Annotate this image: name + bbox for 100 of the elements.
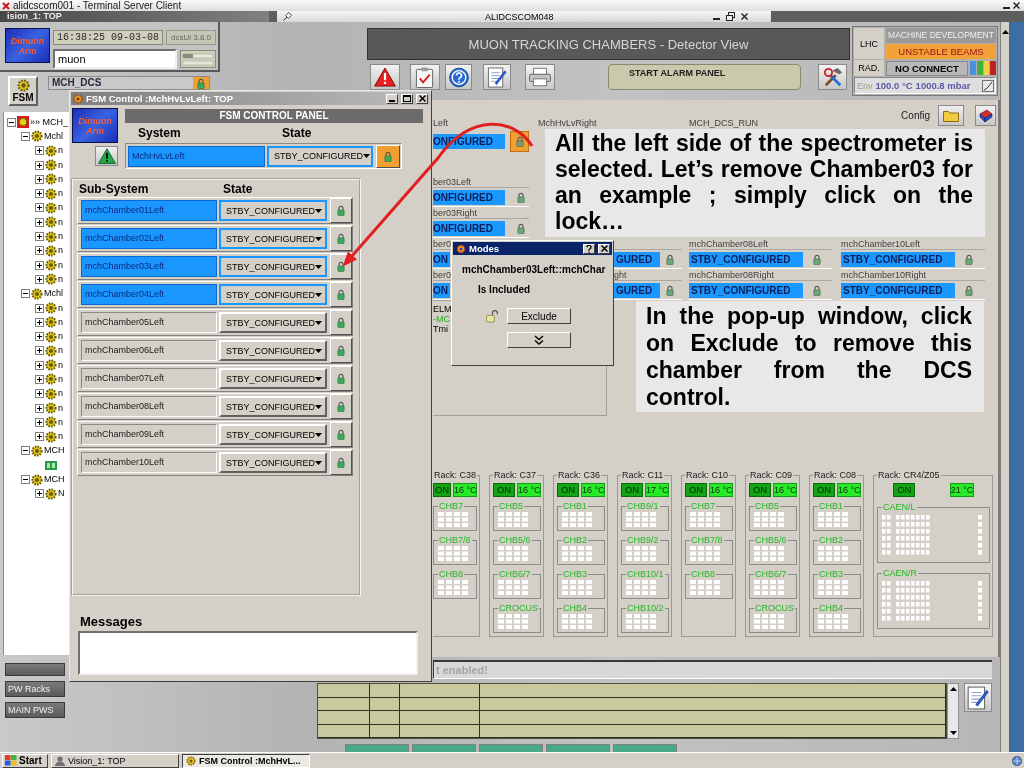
plus-box-icon[interactable] [35,232,44,241]
state-dropdown[interactable]: STBY_CONFIGURED [219,228,327,249]
padlock-icon[interactable] [813,284,821,296]
padlock-icon[interactable] [666,284,674,296]
state-dropdown[interactable]: STBY_CONFIGURED [267,145,373,167]
tree-item[interactable]: n [58,388,63,400]
subsystem-field[interactable]: mchChamber05Left [81,312,217,333]
padlock-icon[interactable] [517,191,525,203]
tree-item[interactable]: n [58,245,63,257]
tree-item[interactable]: n [58,173,63,185]
subsystem-field[interactable]: mchChamber04Left [81,284,217,305]
alarm-panel-button[interactable]: START ALARM PANEL [608,64,801,90]
state-dropdown[interactable]: STBY_CONFIGURED [219,368,327,389]
tree-item[interactable]: n [58,145,63,157]
restore-icon[interactable] [726,12,735,21]
up-arrow-icon[interactable] [949,687,957,691]
state-dropdown[interactable]: STBY_CONFIGURED [219,284,327,305]
alarm-button[interactable] [370,64,400,90]
session-tab[interactable]: ision_1: TOP [0,11,269,22]
exclude-button[interactable]: Exclude [507,308,571,324]
subsystem-field[interactable]: mchChamber01Left [81,200,217,221]
plus-box-icon[interactable] [35,317,44,327]
tree-item[interactable]: Mchl [44,130,63,142]
tree-item[interactable]: n [58,359,63,371]
tree-item[interactable]: n [58,316,63,328]
padlock-icon[interactable] [666,253,674,265]
minus-box-icon[interactable] [7,117,16,127]
subsystem-field[interactable]: mchChamber10Left [81,452,217,473]
state-dropdown[interactable]: STBY_CONFIGURED [219,340,327,361]
expand-button[interactable] [507,332,571,348]
plus-box-icon[interactable] [35,189,44,199]
plus-box-icon[interactable] [35,146,44,156]
nav-button[interactable]: PW Racks [5,681,65,697]
plus-box-icon[interactable] [35,360,44,370]
close-icon[interactable] [1013,2,1020,9]
plus-box-icon[interactable] [35,346,44,356]
task-button[interactable]: Vision_1: TOP [51,753,179,768]
tree-item[interactable]: N [58,488,65,500]
tree-item[interactable]: Mchl [44,288,63,300]
padlock-icon[interactable] [517,222,525,234]
subsystem-field[interactable]: mchChamber07Left [81,368,217,389]
state-dropdown[interactable]: STBY_CONFIGURED [219,424,327,445]
user-field[interactable]: muon [53,49,177,69]
minimize-button[interactable] [386,93,398,104]
tree-item[interactable]: n [58,374,63,385]
tree-item[interactable]: n [58,159,63,171]
book-button[interactable] [975,105,996,126]
close-button[interactable] [416,93,428,104]
notes-button[interactable] [964,683,992,712]
tree-item[interactable]: n [58,302,63,314]
tree-item[interactable]: n [58,431,63,443]
plus-box-icon[interactable] [35,389,44,399]
subsystem-field[interactable]: mchChamber02Left [81,228,217,249]
scrollbar[interactable] [1000,22,1009,752]
subsystem-field[interactable]: mchChamber09Left [81,424,217,445]
state-dropdown[interactable]: STBY_CONFIGURED [219,452,327,473]
up-arrow-icon[interactable] [1001,30,1009,34]
tree-item[interactable]: MCH [44,445,65,457]
minus-box-icon[interactable] [21,475,30,485]
tree-item[interactable]: n [58,402,63,414]
globe-icon[interactable] [1012,755,1022,766]
tools-button[interactable] [818,64,847,90]
tree-item[interactable]: n [58,273,63,285]
minus-box-icon[interactable] [21,446,30,456]
task-button[interactable]: FSM Control :MchHvL... [182,753,310,768]
notes-button[interactable] [483,64,511,90]
plus-box-icon[interactable] [35,332,44,342]
plus-box-icon[interactable] [35,174,44,184]
state-dropdown[interactable]: STBY_CONFIGURED [219,396,327,417]
plus-box-icon[interactable] [35,432,44,442]
node-label[interactable]: MCH_DCS [52,77,102,89]
state-dropdown[interactable]: STBY_CONFIGURED [219,312,327,333]
clipboard-button[interactable] [410,64,440,90]
open-button[interactable] [938,105,964,126]
plus-box-icon[interactable] [35,160,44,170]
blank-button[interactable] [5,663,65,676]
chart-icon[interactable] [982,79,994,92]
alarm-button[interactable] [95,146,118,166]
device-icon[interactable] [45,460,57,470]
subsystem-field[interactable]: mchChamber08Left [81,396,217,417]
plus-box-icon[interactable] [35,403,44,413]
fsm-button[interactable]: FSM [8,76,38,106]
plus-box-icon[interactable] [35,274,44,284]
close-button[interactable] [598,243,610,254]
state-dropdown[interactable]: STBY_CONFIGURED [219,200,327,221]
padlock-icon[interactable] [813,253,821,265]
plus-box-icon[interactable] [35,203,44,213]
minus-box-icon[interactable] [21,131,30,141]
plus-box-icon[interactable] [35,417,44,427]
plus-box-icon[interactable] [35,489,44,499]
plus-box-icon[interactable] [35,260,44,270]
tree-item[interactable]: n [58,416,63,428]
tree-item[interactable]: n [58,216,63,228]
tree-item[interactable]: MCH [44,474,65,486]
down-arrow-icon[interactable] [949,731,957,735]
nav-button[interactable]: MAIN PWS [5,702,65,718]
tree-item[interactable]: n [58,202,63,214]
tree-item[interactable]: »» MCH_ [30,116,68,128]
tree-item[interactable]: n [58,259,63,271]
start-button[interactable]: Start [2,753,48,768]
